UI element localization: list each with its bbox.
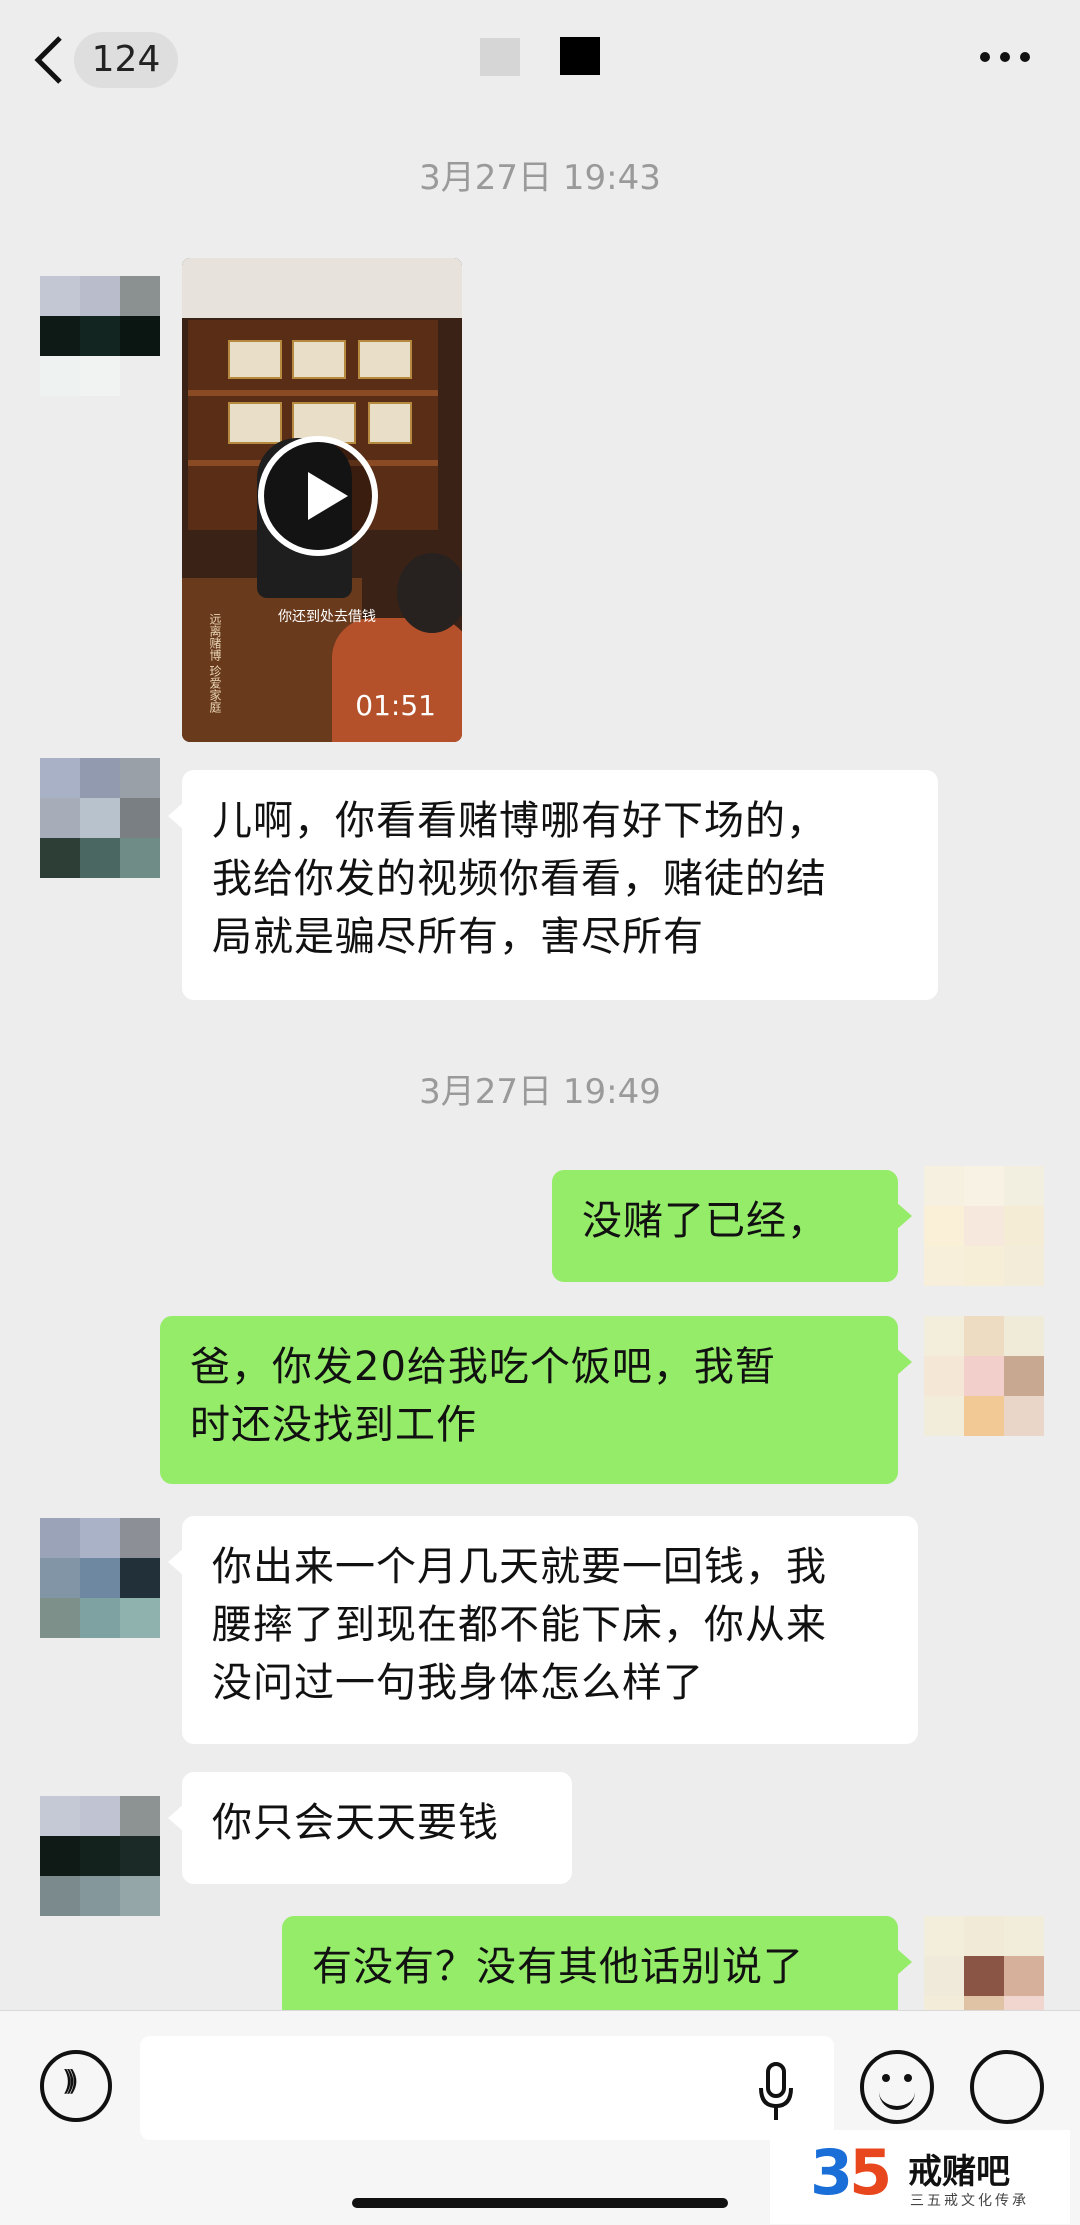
message-timestamp: 3月27日 19:49 [419, 1072, 661, 1112]
contact-avatar[interactable] [40, 276, 160, 396]
contact-avatar[interactable] [40, 1518, 160, 1638]
self-avatar[interactable] [924, 1166, 1044, 1286]
more-functions-icon[interactable] [970, 2050, 1044, 2124]
back-arrow-icon[interactable] [30, 34, 70, 86]
chat-title-redacted [480, 38, 520, 76]
message-timestamp: 3月27日 19:43 [419, 158, 661, 198]
self-avatar[interactable] [924, 1316, 1044, 1436]
emoji-icon[interactable] [860, 2050, 934, 2124]
voice-mode-icon[interactable] [40, 2050, 112, 2122]
message-bubble[interactable]: 没赌了已经， [552, 1170, 912, 1282]
message-bubble[interactable]: 你出来一个月几天就要一回钱，我 腰摔了到现在都不能下床，你从来 没问过一句我身体… [168, 1516, 918, 1744]
message-input[interactable] [140, 2036, 834, 2140]
video-caption: 你还到处去借钱 [278, 609, 376, 625]
watermark-logo: 35 戒赌吧 三五戒文化传承 [770, 2130, 1070, 2224]
video-side-text: 远离赌博 珍爱家庭 [208, 613, 222, 713]
message-bubble[interactable]: 你只会天天要钱 [168, 1772, 572, 1884]
video-message[interactable]: 你还到处去借钱 远离赌博 珍爱家庭 01:51 [182, 258, 462, 742]
home-indicator [352, 2198, 728, 2208]
chat-title-redacted-block [560, 37, 600, 75]
contact-avatar[interactable] [40, 758, 160, 878]
play-icon[interactable] [258, 436, 378, 556]
contact-avatar[interactable] [40, 1796, 160, 1916]
more-options-icon[interactable] [980, 52, 1030, 62]
message-bubble[interactable]: 爸，你发20给我吃个饭吧，我暂 时还没找到工作 [160, 1316, 912, 1484]
video-duration: 01:51 [355, 689, 436, 722]
microphone-icon[interactable] [758, 2062, 794, 2122]
unread-count-badge[interactable]: 124 [74, 32, 178, 88]
message-bubble[interactable]: 儿啊，你看看赌博哪有好下场的， 我给你发的视频你看看，赌徒的结 局就是骗尽所有，… [168, 770, 938, 1000]
